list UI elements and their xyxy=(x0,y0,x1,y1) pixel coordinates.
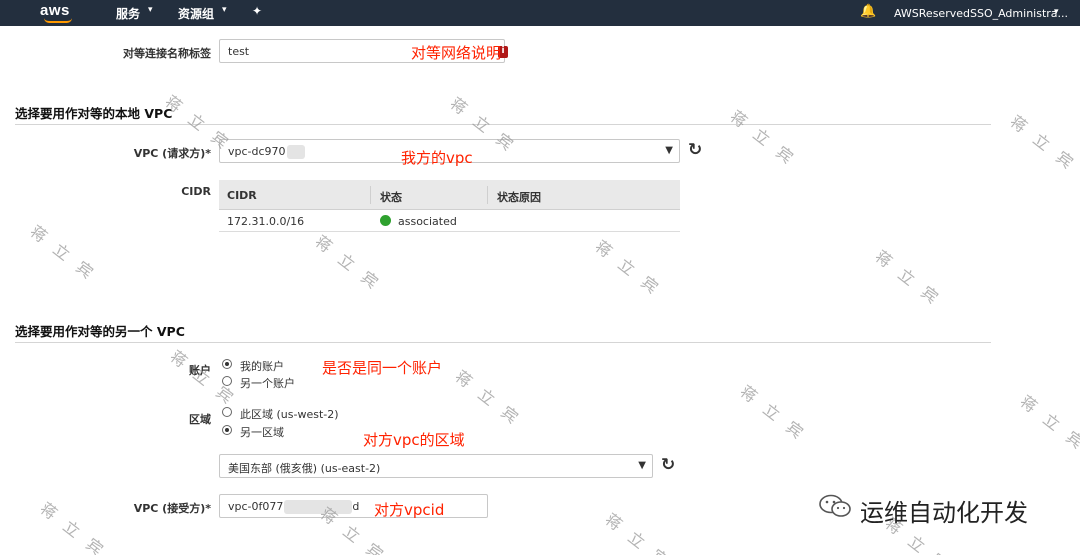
vpc-accepter-value: vpc-0f077 xyxy=(228,500,284,513)
watermark: 蒋 立 宾 xyxy=(726,106,800,170)
aws-logo[interactable]: aws xyxy=(40,2,70,19)
watermark: 蒋 立 宾 xyxy=(1016,391,1080,455)
status-cell: associated xyxy=(398,215,457,228)
watermark: 蒋 立 宾 xyxy=(36,498,110,555)
radio-label-my-account: 我的账户 xyxy=(240,360,284,373)
chevron-down-icon[interactable]: ▾ xyxy=(222,5,227,15)
annotation-vpcid: 对方vpcid xyxy=(374,501,445,519)
region-label: 区域 xyxy=(189,413,211,426)
column-header-status: 状态 xyxy=(380,191,402,204)
annotation-region: 对方vpc的区域 xyxy=(363,431,465,449)
column-header-cidr: CIDR xyxy=(227,189,257,202)
brand-name: 运维自动化开发 xyxy=(860,499,1028,527)
resource-groups-menu[interactable]: 资源组 xyxy=(178,5,214,22)
column-separator xyxy=(487,186,488,204)
account-menu[interactable]: AWSReservedSSO_Administra... xyxy=(894,7,1068,20)
watermark: 蒋 立 宾 xyxy=(1006,111,1080,175)
watermark: 蒋 立 宾 xyxy=(591,236,665,300)
watermark: 蒋 立 宾 xyxy=(311,231,385,295)
radio-other-region[interactable] xyxy=(222,425,232,435)
annotation-account: 是否是同一个账户 xyxy=(322,359,443,377)
peering-tag-label: 对等连接名称标签 xyxy=(123,47,211,60)
vpc-accepter-label: VPC (接受方)* xyxy=(133,502,211,515)
vpc-requester-label: VPC (请求方)* xyxy=(133,147,211,160)
status-ok-icon xyxy=(380,215,391,226)
region-select-value: 美国东部 (俄亥俄) (us-east-2) xyxy=(228,462,381,475)
radio-label-this-region: 此区域 (us-west-2) xyxy=(240,408,339,421)
column-separator xyxy=(370,186,371,204)
refresh-icon[interactable]: ↻ xyxy=(688,140,702,160)
column-header-status-reason: 状态原因 xyxy=(497,191,541,204)
vpc-accepter-suffix: d xyxy=(352,500,360,513)
chevron-down-icon[interactable]: ▾ xyxy=(1054,7,1059,17)
peering-tag-value: test xyxy=(228,45,250,58)
redacted-blur xyxy=(286,145,305,159)
refresh-icon[interactable]: ↻ xyxy=(661,455,675,475)
services-menu[interactable]: 服务 xyxy=(116,5,140,22)
chevron-down-icon[interactable]: ▾ xyxy=(148,5,153,15)
vpc-accepter-input[interactable]: vpc-0f077 d xyxy=(219,494,488,518)
pin-icon[interactable]: ✦ xyxy=(252,4,262,18)
radio-label-other-region: 另一区域 xyxy=(240,426,284,439)
aws-logo-smile-icon xyxy=(44,18,72,23)
top-nav-bar: aws 服务 ▾ 资源组 ▾ ✦ 🔔 AWSReservedSSO_Admini… xyxy=(0,0,1080,26)
section-divider xyxy=(15,342,991,343)
radio-my-account[interactable] xyxy=(222,359,232,369)
cidr-table: CIDR 状态 状态原因 172.31.0.0/16 associated xyxy=(219,180,680,232)
watermark: 蒋 立 宾 xyxy=(601,509,675,555)
dropdown-arrow-icon: ▼ xyxy=(665,145,673,156)
radio-label-other-account: 另一个账户 xyxy=(240,377,295,390)
watermark: 蒋 立 宾 xyxy=(736,381,810,445)
bell-icon[interactable]: 🔔 xyxy=(860,4,876,19)
watermark: 蒋 立 宾 xyxy=(26,221,100,285)
local-vpc-section-title: 选择要用作对等的本地 VPC xyxy=(15,106,173,121)
cidr-label: CIDR xyxy=(181,185,211,198)
annotation-vpc: 我方的vpc xyxy=(401,149,473,167)
dropdown-arrow-icon: ▼ xyxy=(638,460,646,471)
watermark: 蒋 立 宾 xyxy=(451,366,525,430)
watermark: 蒋 立 宾 xyxy=(871,246,945,310)
cidr-cell: 172.31.0.0/16 xyxy=(227,215,305,228)
wechat-logo-icon xyxy=(819,494,851,517)
cidr-table-header: CIDR 状态 状态原因 xyxy=(219,180,680,210)
region-select[interactable]: 美国东部 (俄亥俄) (us-east-2) ▼ xyxy=(219,454,653,478)
other-vpc-section-title: 选择要用作对等的另一个 VPC xyxy=(15,324,185,339)
annotation-tag: 对等网络说明 xyxy=(411,44,502,62)
table-row: 172.31.0.0/16 associated xyxy=(219,210,680,232)
vpc-requester-value: vpc-dc970 xyxy=(228,145,286,158)
